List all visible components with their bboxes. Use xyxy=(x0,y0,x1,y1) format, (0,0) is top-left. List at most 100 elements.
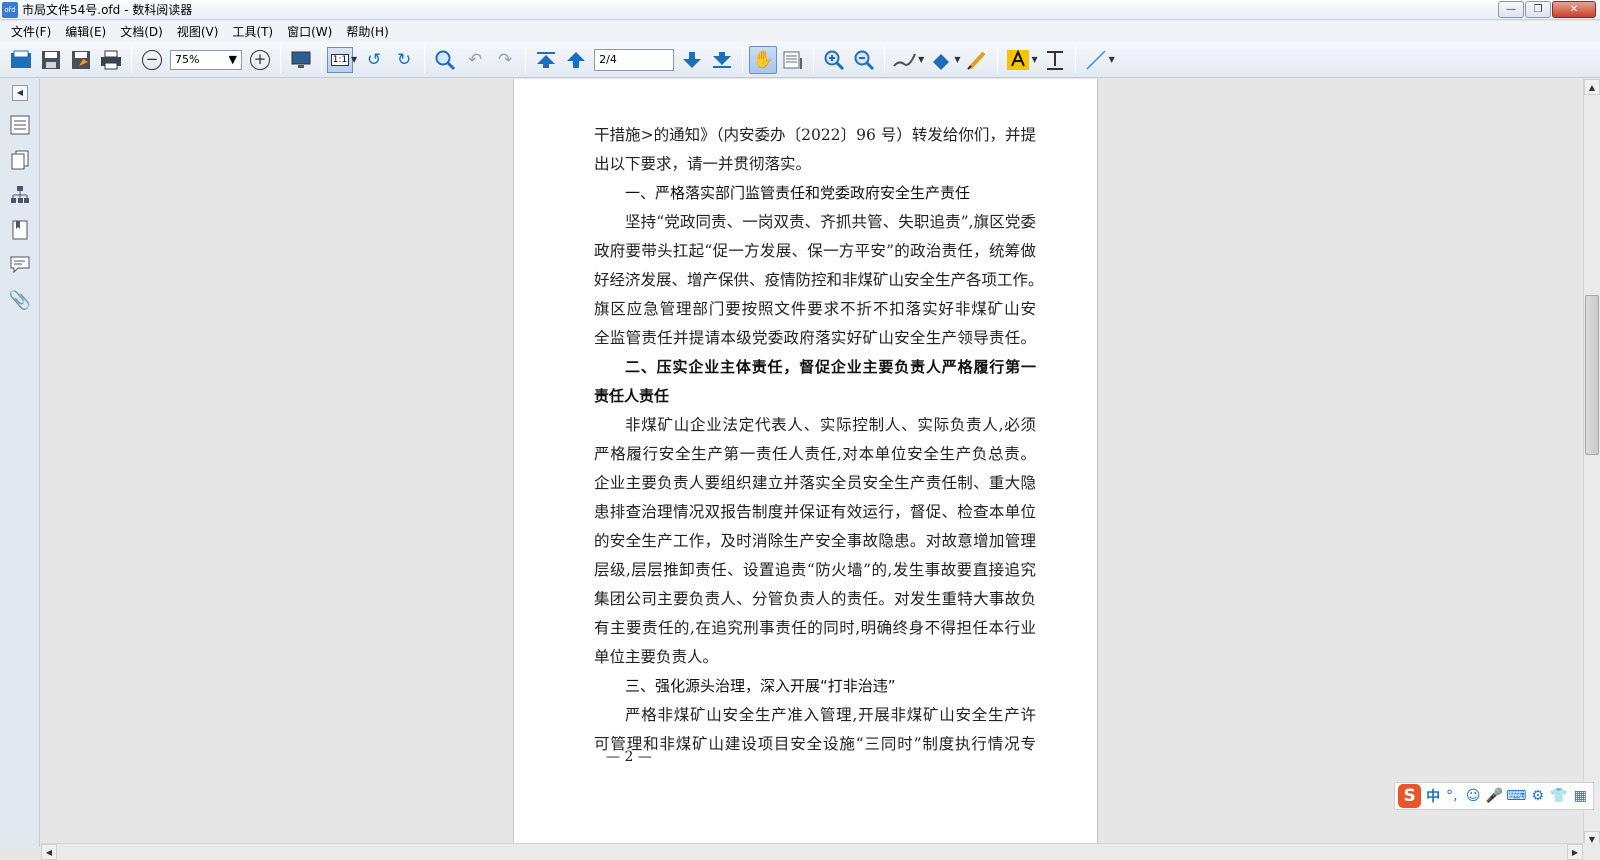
chevron-down-icon[interactable]: ▼ xyxy=(351,55,357,64)
eraser-icon[interactable] xyxy=(927,46,955,74)
hand-tool-icon[interactable]: ✋ xyxy=(749,45,778,74)
document-line: 全监管责任并提请本级党委政府落实好矿山安全生产领导责任。 xyxy=(594,329,1036,347)
save-icon[interactable] xyxy=(37,46,65,74)
document-line: 政府要带头扛起“促一方发展、保一方平安”的政治责任，统筹做 xyxy=(594,242,1036,260)
first-page-icon[interactable] xyxy=(532,46,560,74)
chevron-down-icon[interactable]: ▼ xyxy=(954,55,960,64)
vertical-scroll-thumb[interactable] xyxy=(1585,295,1599,455)
undo-icon[interactable]: ↶ xyxy=(461,46,489,74)
menu-tools[interactable]: 工具(T) xyxy=(225,23,280,40)
document-line: 企业主要负责人要组织建立并落实全员安全生产责任制、重大隐 xyxy=(594,474,1036,492)
menu-view[interactable]: 视图(V) xyxy=(170,23,226,40)
ime-toolbar: S 中 °, ☺ 🎤 ⌨ ⚙ 👕 ▦ xyxy=(1394,782,1594,810)
pen-icon[interactable] xyxy=(891,46,919,74)
next-page-icon[interactable] xyxy=(678,46,706,74)
open-file-icon[interactable] xyxy=(7,46,35,74)
zoom-select[interactable]: 75% ▼ xyxy=(170,49,242,70)
zoom-out-tool-icon[interactable] xyxy=(850,46,878,74)
last-page-icon[interactable] xyxy=(708,46,736,74)
navigation-sidebar: ◀ 📎 xyxy=(0,79,40,847)
ime-punctuation-toggle[interactable]: °, xyxy=(1442,788,1461,804)
document-line: 严格非煤矿山安全生产准入管理,开展非煤矿山安全生产许 xyxy=(625,706,1036,724)
rotate-left-icon[interactable]: ↺ xyxy=(360,46,388,74)
toolbar-separator xyxy=(280,46,281,73)
page-text: 干措施>的通知》（内安委办〔2022〕96 号）转发给你们，并提 出以下要求，请一… xyxy=(594,121,1044,759)
scroll-right-icon[interactable]: ▶ xyxy=(1567,844,1583,860)
document-line: 患排查治理情况双报告制度并保证有效运行，督促、检查本单位 xyxy=(594,503,1036,521)
collapse-sidebar-button[interactable]: ◀ xyxy=(12,85,28,101)
document-line: 一、严格落实部门监管责任和党委政府安全生产责任 xyxy=(625,184,971,202)
microphone-icon[interactable]: 🎤 xyxy=(1485,788,1504,804)
save-as-icon[interactable] xyxy=(67,46,95,74)
attachment-icon[interactable]: 📎 xyxy=(8,288,32,312)
document-line: 二、压实企业主体责任，督促企业主要负责人严格履行第一 xyxy=(625,358,1036,376)
page-number-input[interactable]: 2/4 xyxy=(594,48,675,71)
document-line: 出以下要求，请一并贯彻落实。 xyxy=(594,155,812,173)
zoom-in-button[interactable]: + xyxy=(246,46,274,74)
title-bar: ofd 市局文件54号.ofd - 数科阅读器 — ❐ ✕ xyxy=(0,0,1600,20)
window-controls: — ❐ ✕ xyxy=(1497,1,1596,18)
toolbar-separator xyxy=(525,46,527,73)
strikethrough-text-icon[interactable] xyxy=(1041,46,1069,74)
menu-edit[interactable]: 编辑(E) xyxy=(58,23,113,40)
document-line: 好经济发展、增产保供、疫情防控和非煤矿山安全生产各项工作。 xyxy=(594,271,1044,289)
document-line: 可管理和非煤矿山建设项目安全设施“三同时”制度执行情况专 xyxy=(594,735,1036,753)
outline-icon[interactable] xyxy=(8,113,32,137)
line-tool-icon[interactable] xyxy=(1082,46,1110,74)
text-select-icon[interactable] xyxy=(779,46,807,74)
document-line: 三、强化源头治理，深入开展“打非治违” xyxy=(625,677,896,695)
settings-icon[interactable]: ⚙ xyxy=(1528,788,1547,804)
chevron-down-icon[interactable]: ▼ xyxy=(918,55,924,64)
restore-button[interactable]: ❐ xyxy=(1525,1,1551,18)
ime-language-toggle[interactable]: 中 xyxy=(1426,786,1440,806)
scroll-up-icon[interactable]: ▲ xyxy=(1584,79,1600,95)
horizontal-scrollbar[interactable]: ◀ ▶ xyxy=(41,843,1583,860)
text-highlight-icon[interactable] xyxy=(1004,46,1032,74)
actual-size-button[interactable]: 1:1 xyxy=(327,46,353,73)
toolbar-separator xyxy=(321,46,322,73)
annotations-icon[interactable] xyxy=(8,253,32,277)
print-icon[interactable] xyxy=(97,46,125,74)
chevron-down-icon[interactable]: ▼ xyxy=(1031,55,1037,64)
window-title: 市局文件54号.ofd - 数科阅读器 xyxy=(22,3,193,17)
search-icon[interactable] xyxy=(431,46,459,74)
menu-help[interactable]: 帮助(H) xyxy=(339,23,395,40)
bookmarks-icon[interactable] xyxy=(8,218,32,242)
ime-logo[interactable]: S xyxy=(1398,784,1422,808)
document-line: 干措施>的通知》（内安委办〔2022〕96 号）转发给你们，并提 xyxy=(594,126,1036,144)
minimize-button[interactable]: — xyxy=(1498,1,1524,18)
document-line: 的安全生产工作，及时消除生产安全事故隐患。对故意增加管理 xyxy=(594,532,1036,550)
scrollbar-corner xyxy=(1583,843,1600,860)
fullscreen-icon[interactable] xyxy=(287,46,315,74)
toolbox-icon[interactable]: ▦ xyxy=(1571,788,1590,804)
toolbar: − 75% ▼ + 1:1 ▼ ↺ ↻ ↶ ↷ 2/4 ✋ ▼ ▼ ▼ ▼ xyxy=(0,42,1600,78)
previous-page-icon[interactable] xyxy=(562,46,590,74)
highlighter-icon[interactable] xyxy=(963,46,991,74)
keyboard-icon[interactable]: ⌨ xyxy=(1506,788,1526,804)
document-line: 单位主要负责人。 xyxy=(594,648,719,666)
page-number-footer: — 2 — xyxy=(606,749,652,765)
document-line: 坚持“党政同责、一岗双责、齐抓共管、失职追责”,旗区党委 xyxy=(625,213,1036,231)
toolbar-separator xyxy=(742,46,744,73)
rotate-right-icon[interactable]: ↻ xyxy=(390,46,418,74)
toolbar-separator xyxy=(1074,46,1076,73)
menu-file[interactable]: 文件(F) xyxy=(4,23,58,40)
chevron-down-icon[interactable]: ▼ xyxy=(1109,55,1115,64)
document-line: 集团公司主要负责人、分管负责人的责任。对发生重特大事故负 xyxy=(594,590,1036,608)
close-button[interactable]: ✕ xyxy=(1552,1,1596,18)
toolbar-separator xyxy=(884,46,886,73)
scroll-left-icon[interactable]: ◀ xyxy=(41,844,57,860)
menu-bar: 文件(F) 编辑(E) 文档(D) 视图(V) 工具(T) 窗口(W) 帮助(H… xyxy=(0,21,1600,42)
menu-document[interactable]: 文档(D) xyxy=(113,23,170,40)
structure-tree-icon[interactable] xyxy=(8,183,32,207)
emoji-icon[interactable]: ☺ xyxy=(1463,788,1482,804)
document-viewport[interactable]: 干措施>的通知》（内安委办〔2022〕96 号）转发给你们，并提 出以下要求，请一… xyxy=(41,79,1583,847)
skin-icon[interactable]: 👕 xyxy=(1549,788,1568,804)
thumbnails-icon[interactable] xyxy=(8,148,32,172)
document-page: 干措施>的通知》（内安委办〔2022〕96 号）转发给你们，并提 出以下要求，请一… xyxy=(513,79,1098,847)
redo-icon[interactable]: ↷ xyxy=(491,46,519,74)
menu-window[interactable]: 窗口(W) xyxy=(280,23,339,40)
zoom-in-tool-icon[interactable] xyxy=(820,46,848,74)
zoom-out-button[interactable]: − xyxy=(138,46,166,74)
vertical-scrollbar[interactable]: ▲ ▼ xyxy=(1583,79,1600,847)
